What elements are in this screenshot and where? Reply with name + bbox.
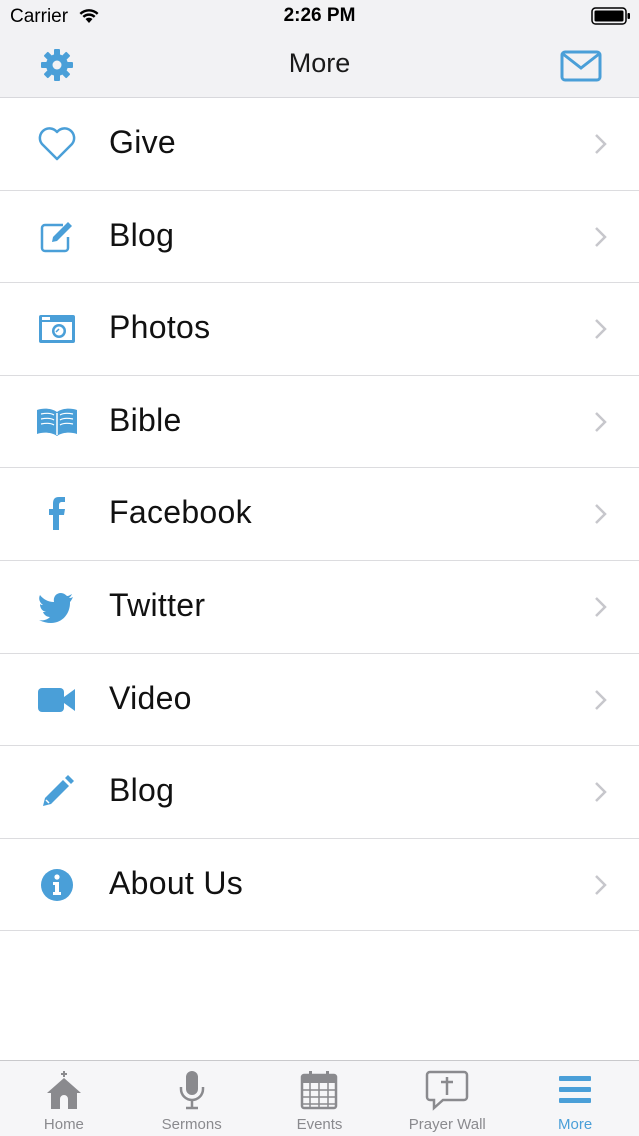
video-camera-icon bbox=[33, 679, 81, 721]
book-icon bbox=[33, 401, 81, 443]
menu-item-label: Twitter bbox=[109, 586, 206, 623]
facebook-icon bbox=[33, 493, 81, 535]
chevron-right-icon bbox=[595, 597, 607, 617]
tab-home[interactable]: Home bbox=[0, 1061, 128, 1136]
camera-icon bbox=[33, 308, 81, 350]
info-icon bbox=[33, 864, 81, 906]
pencil-icon bbox=[33, 771, 81, 813]
menu-item-label: Bible bbox=[109, 401, 182, 438]
mail-icon bbox=[560, 50, 602, 82]
menu-item-blog[interactable]: Blog bbox=[0, 190, 639, 284]
page-title: More bbox=[288, 48, 351, 78]
tab-label: Sermons bbox=[161, 1116, 222, 1133]
tab-label: Events bbox=[296, 1116, 343, 1133]
tab-more[interactable]: More bbox=[511, 1061, 639, 1136]
menu-item-bible[interactable]: Bible bbox=[0, 375, 639, 469]
tab-label: Home bbox=[43, 1116, 84, 1133]
calendar-icon bbox=[256, 1069, 384, 1111]
menu-item-label: Blog bbox=[109, 216, 175, 253]
mail-button[interactable] bbox=[558, 48, 604, 84]
heart-icon bbox=[33, 123, 81, 165]
chevron-right-icon bbox=[595, 226, 607, 247]
menu-item-label: Video bbox=[109, 679, 192, 716]
status-bar: Carrier 2:26 PM bbox=[0, 0, 639, 32]
edit-icon bbox=[33, 216, 81, 258]
chevron-right-icon bbox=[595, 411, 607, 432]
tab-prayer-wall[interactable]: Prayer Wall bbox=[383, 1061, 511, 1136]
prayer-bubble-icon bbox=[383, 1069, 511, 1111]
menu-item-label: Blog bbox=[109, 772, 175, 809]
tab-sermons[interactable]: Sermons bbox=[128, 1061, 256, 1136]
menu-item-about-us[interactable]: About Us bbox=[0, 838, 639, 932]
menu-item-photos[interactable]: Photos bbox=[0, 283, 639, 376]
twitter-icon bbox=[33, 586, 81, 628]
status-time: 2:26 PM bbox=[283, 5, 356, 26]
menu-item-label: Give bbox=[109, 124, 176, 160]
menu-item-blog-2[interactable]: Blog bbox=[0, 746, 639, 839]
menu-list: Give Blog Photos Bible Facebook Twitter … bbox=[0, 98, 639, 932]
menu-item-twitter[interactable]: Twitter bbox=[0, 560, 639, 654]
chevron-right-icon bbox=[595, 782, 607, 803]
menu-item-label: Facebook bbox=[109, 494, 252, 531]
menu-item-facebook[interactable]: Facebook bbox=[0, 468, 639, 561]
tab-bar: Home Sermons Events Prayer Wall More bbox=[0, 1060, 639, 1136]
nav-bar: More bbox=[0, 32, 639, 98]
menu-item-give[interactable]: Give bbox=[0, 98, 639, 191]
church-icon bbox=[0, 1069, 128, 1111]
chevron-right-icon bbox=[595, 504, 607, 525]
tab-events[interactable]: Events bbox=[256, 1061, 384, 1136]
battery-icon bbox=[591, 7, 631, 30]
menu-item-label: About Us bbox=[109, 864, 244, 901]
chevron-right-icon bbox=[595, 319, 607, 340]
menu-item-video[interactable]: Video bbox=[0, 653, 639, 747]
chevron-right-icon bbox=[595, 874, 607, 895]
chevron-right-icon bbox=[595, 134, 607, 154]
microphone-icon bbox=[128, 1069, 256, 1111]
tab-label: Prayer Wall bbox=[408, 1116, 486, 1133]
tab-label: More bbox=[557, 1116, 593, 1133]
chevron-right-icon bbox=[595, 689, 607, 710]
menu-icon bbox=[511, 1069, 639, 1111]
menu-item-label: Photos bbox=[109, 309, 211, 346]
